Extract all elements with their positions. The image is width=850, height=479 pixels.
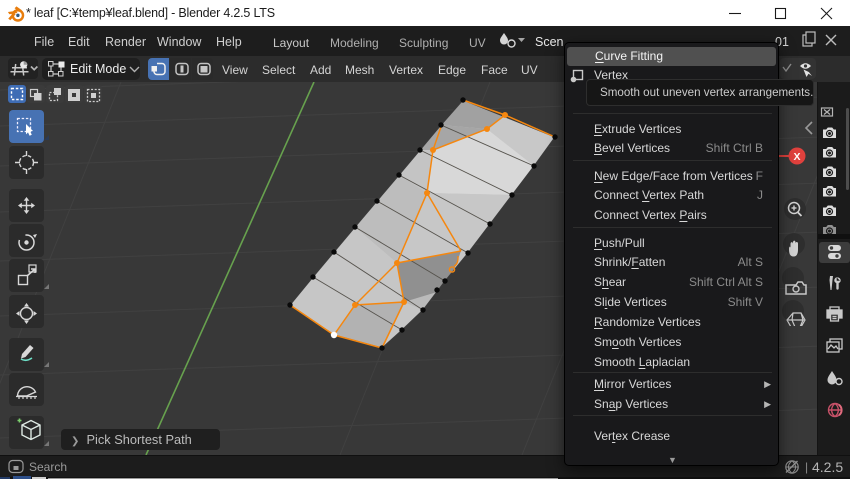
svg-text:X: X [793, 151, 800, 163]
